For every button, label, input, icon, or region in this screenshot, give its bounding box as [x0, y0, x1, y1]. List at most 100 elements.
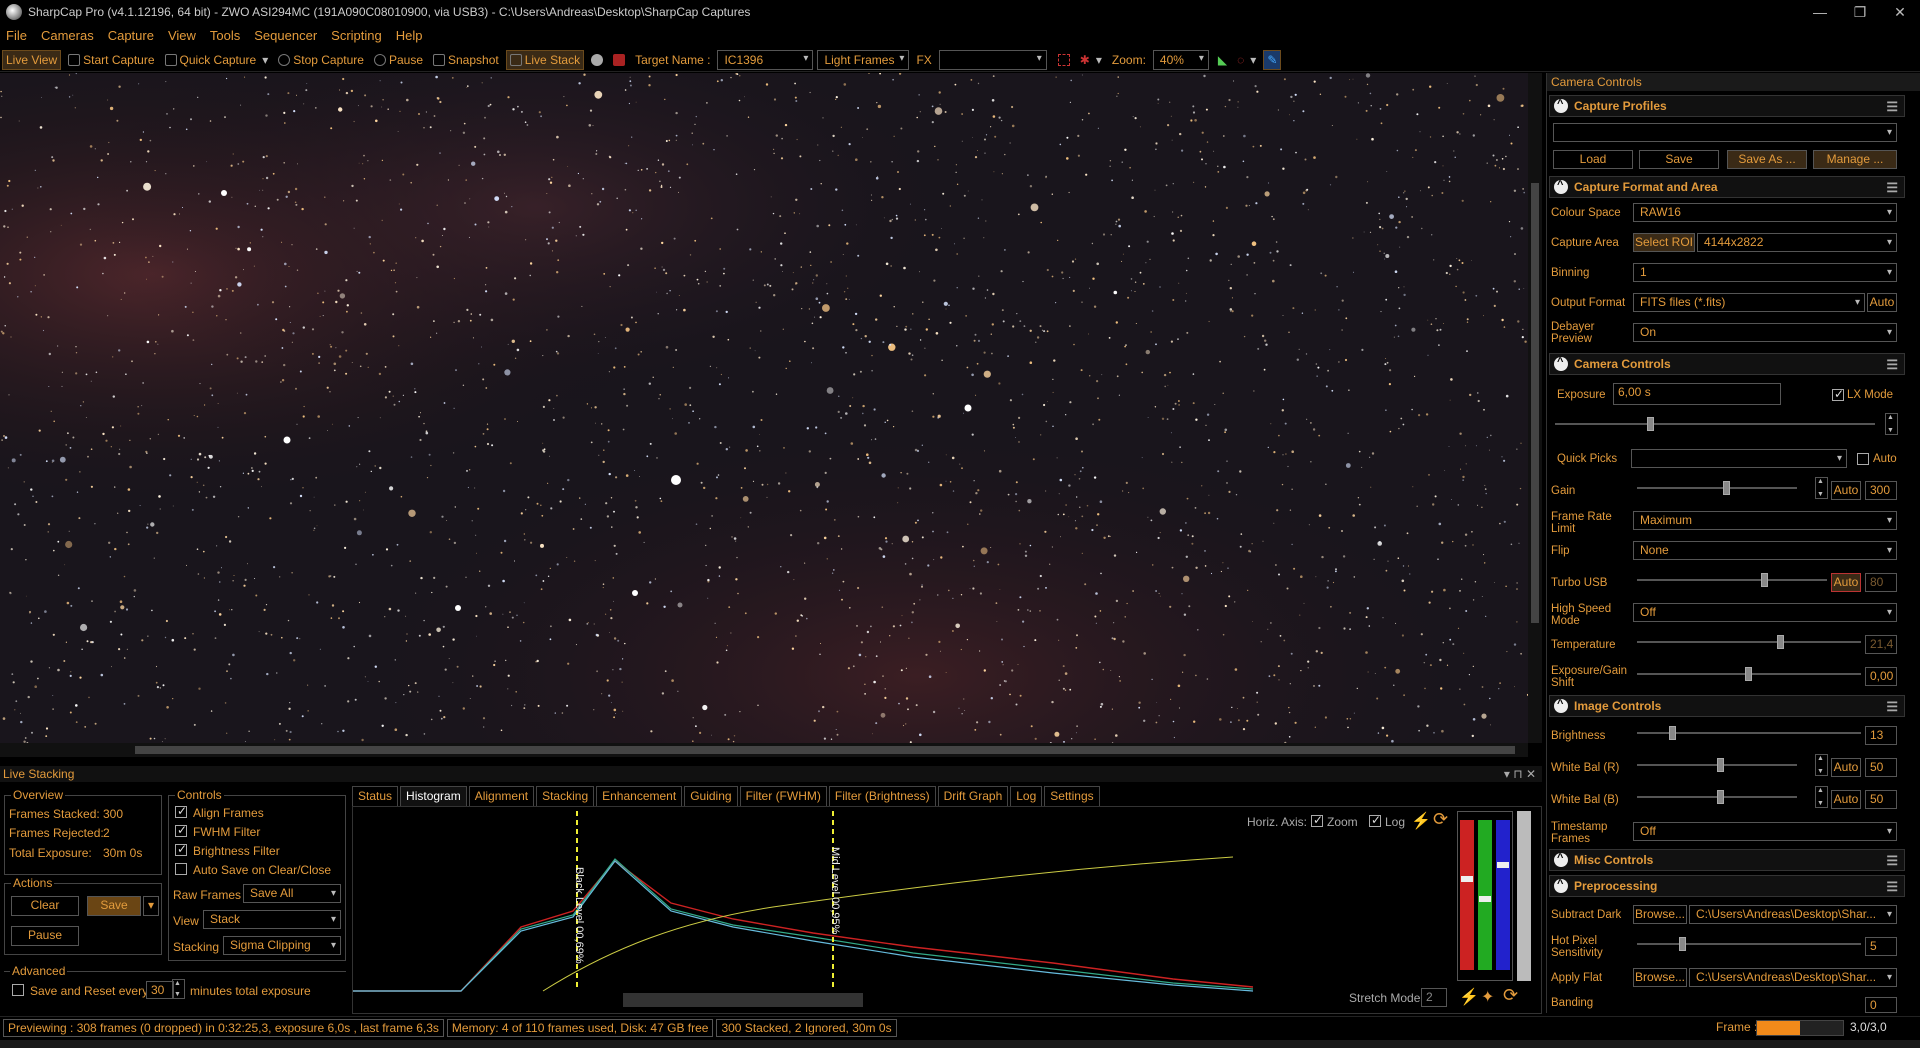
- stacking-select[interactable]: Sigma Clipping: [223, 936, 341, 955]
- colour-space-select[interactable]: RAW16: [1633, 203, 1897, 222]
- frame-rate-select[interactable]: Maximum: [1633, 511, 1897, 530]
- white-bal-r-spinner[interactable]: [1815, 754, 1828, 776]
- menu-icon[interactable]: ☰: [1886, 357, 1898, 373]
- collapse-icon[interactable]: [1554, 878, 1568, 893]
- tab-enhancement[interactable]: Enhancement: [596, 786, 683, 806]
- view-select[interactable]: Stack: [203, 910, 341, 929]
- fx-combo[interactable]: [938, 49, 1047, 70]
- tab-histogram[interactable]: Histogram: [400, 786, 467, 806]
- red-box-icon[interactable]: [1055, 50, 1073, 70]
- fwhm-filter-checkbox[interactable]: [175, 823, 187, 837]
- log-axis-checkbox[interactable]: [1369, 813, 1381, 827]
- reset-icon[interactable]: ⟳: [1433, 809, 1448, 830]
- white-bal-b-slider[interactable]: [1637, 790, 1797, 804]
- save-profile-button[interactable]: Save: [1639, 150, 1719, 169]
- lightning-icon[interactable]: ⚡: [1411, 811, 1431, 831]
- align-frames-checkbox[interactable]: [175, 804, 187, 818]
- tab-filter-fwhm[interactable]: Filter (FWHM): [739, 786, 827, 806]
- browse-flat-button[interactable]: Browse...: [1633, 968, 1687, 987]
- histogram-icon[interactable]: ◣: [1215, 50, 1230, 70]
- lx-mode-checkbox[interactable]: [1832, 387, 1844, 401]
- raw-frames-select[interactable]: Save All: [243, 884, 341, 903]
- minimize-button[interactable]: —: [1800, 0, 1840, 24]
- tab-log[interactable]: Log: [1010, 786, 1043, 806]
- circle-icon[interactable]: [588, 50, 606, 70]
- menu-icon[interactable]: ☰: [1886, 180, 1898, 196]
- brightness-slider[interactable]: [1637, 726, 1861, 740]
- capture-area-select[interactable]: 4144x2822: [1697, 233, 1897, 252]
- minutes-spinner[interactable]: [172, 979, 185, 999]
- white-bal-b-value[interactable]: 50: [1865, 790, 1897, 809]
- menu-file[interactable]: File: [6, 28, 27, 43]
- auto-save-checkbox[interactable]: [175, 863, 187, 875]
- rgb-level-sliders[interactable]: [1457, 811, 1513, 981]
- timestamp-select[interactable]: Off: [1633, 822, 1897, 841]
- exp-gain-value[interactable]: 0,00: [1865, 667, 1897, 686]
- lightning-icon[interactable]: ⚡: [1459, 987, 1479, 1007]
- white-bal-b-spinner[interactable]: [1815, 786, 1828, 808]
- menu-tools[interactable]: Tools: [210, 28, 240, 43]
- white-bal-r-value[interactable]: 50: [1865, 758, 1897, 777]
- collapse-icon[interactable]: [1554, 356, 1568, 371]
- debayer-preview-select[interactable]: On: [1633, 323, 1897, 342]
- menu-icon[interactable]: ☰: [1886, 699, 1898, 715]
- menu-view[interactable]: View: [168, 28, 196, 43]
- tab-alignment[interactable]: Alignment: [468, 786, 535, 806]
- clear-stack-button[interactable]: Clear: [11, 896, 79, 916]
- load-profile-button[interactable]: Load: [1553, 150, 1633, 169]
- save-options-dropdown[interactable]: ▾: [143, 896, 159, 916]
- flat-file-select[interactable]: C:\Users\Andreas\Desktop\Shar...: [1689, 968, 1897, 987]
- quick-picks-select[interactable]: [1631, 449, 1847, 468]
- menu-icon[interactable]: ☰: [1886, 879, 1898, 895]
- menu-icon[interactable]: ☰: [1886, 853, 1898, 869]
- tab-filter-brightness[interactable]: Filter (Brightness): [828, 786, 936, 806]
- collapse-icon[interactable]: [1554, 698, 1568, 713]
- preprocessing-section[interactable]: Preprocessing ☰: [1549, 875, 1905, 897]
- tab-status[interactable]: Status: [352, 786, 399, 806]
- browse-dark-button[interactable]: Browse...: [1633, 905, 1687, 924]
- capture-profiles-section[interactable]: Capture Profiles ☰: [1549, 95, 1905, 117]
- close-button[interactable]: ✕: [1880, 0, 1920, 24]
- minutes-input[interactable]: 30: [146, 981, 174, 999]
- zoom-combo[interactable]: 40%: [1152, 49, 1209, 70]
- quick-capture-button[interactable]: Quick Capture ▾: [162, 50, 272, 70]
- red-tag-icon[interactable]: [610, 50, 628, 70]
- high-speed-select[interactable]: Off: [1633, 603, 1897, 622]
- exp-gain-slider[interactable]: [1637, 667, 1861, 681]
- output-format-select[interactable]: FITS files (*.fits): [1633, 293, 1865, 312]
- profile-select[interactable]: [1553, 123, 1897, 142]
- tab-stacking[interactable]: Stacking: [536, 786, 595, 806]
- snapshot-button[interactable]: Snapshot: [430, 50, 502, 70]
- hot-pixel-slider[interactable]: [1637, 937, 1861, 951]
- brightness-filter-checkbox[interactable]: [175, 842, 187, 856]
- menu-help[interactable]: Help: [396, 28, 423, 43]
- pause-stack-button[interactable]: Pause: [11, 926, 79, 946]
- dark-file-select[interactable]: C:\Users\Andreas\Desktop\Shar...: [1689, 905, 1897, 924]
- stretch-mode-value[interactable]: 2: [1421, 988, 1447, 1007]
- tab-drift-graph[interactable]: Drift Graph: [937, 786, 1009, 806]
- gain-spinner[interactable]: [1815, 477, 1828, 499]
- histogram-panel[interactable]: Black Level 00,69% Mid Level 00,95% Hori…: [352, 806, 1542, 1014]
- select-roi-button[interactable]: Select ROI: [1633, 233, 1695, 252]
- viewer-vertical-scrollbar[interactable]: [1528, 73, 1542, 743]
- target-name-combo[interactable]: IC1396: [717, 49, 814, 70]
- tab-guiding[interactable]: Guiding: [684, 786, 738, 806]
- save-reset-checkbox[interactable]: [12, 984, 24, 996]
- exposure-spinner[interactable]: [1885, 413, 1898, 435]
- pin-icon[interactable]: ✎: [1263, 49, 1282, 70]
- menu-cameras[interactable]: Cameras: [41, 28, 94, 43]
- live-stack-button[interactable]: Live Stack: [505, 49, 585, 70]
- collapse-icon[interactable]: [1554, 98, 1568, 113]
- collapse-icon[interactable]: [1554, 179, 1568, 194]
- quick-picks-auto-checkbox[interactable]: [1857, 453, 1869, 465]
- frame-type-combo[interactable]: Light Frames: [817, 49, 910, 70]
- binning-select[interactable]: 1: [1633, 263, 1897, 282]
- live-view-button[interactable]: Live View: [2, 49, 62, 70]
- hot-pixel-value[interactable]: 5: [1865, 937, 1897, 956]
- exposure-slider[interactable]: [1555, 417, 1875, 431]
- menu-icon[interactable]: ☰: [1886, 99, 1898, 115]
- close-panel-icon[interactable]: ▾ ⊓ ✕: [1504, 766, 1536, 782]
- menu-scripting[interactable]: Scripting: [331, 28, 382, 43]
- live-preview-image[interactable]: [0, 73, 1528, 743]
- reticle-icon[interactable]: ◌ ▾: [1234, 50, 1259, 70]
